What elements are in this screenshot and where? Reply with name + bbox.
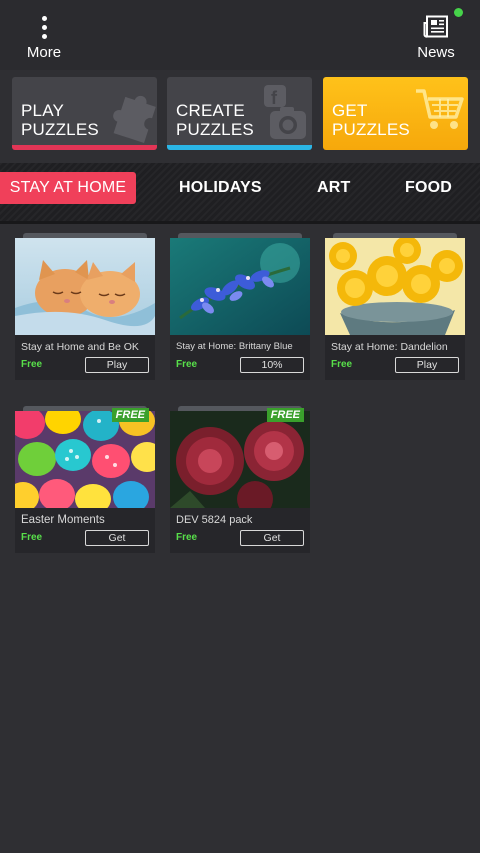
news-indicator	[454, 8, 463, 17]
card-play-button[interactable]: Play	[395, 357, 459, 373]
create-accent-bar	[167, 145, 312, 150]
card-info: DEV 5824 pack Free Get	[170, 508, 310, 553]
card-progress-button[interactable]: 10%	[240, 357, 304, 373]
more-label: More	[26, 44, 62, 61]
play-puzzles-button[interactable]: PLAY PUZZLES	[12, 77, 157, 150]
card-price: Free	[21, 359, 43, 370]
card-get-button[interactable]: Get	[240, 530, 304, 546]
tab-stay-at-home[interactable]: STAY AT HOME	[0, 172, 136, 204]
card-info: Stay at Home: Dandelion Free Play	[325, 335, 465, 380]
more-vertical-icon	[9, 14, 79, 40]
puzzle-card[interactable]: Stay at Home: Brittany Blue Free 10%	[170, 233, 310, 380]
cart-icon	[416, 89, 464, 129]
get-puzzles-button[interactable]: GET PUZZLES	[323, 77, 468, 150]
puzzle-card[interactable]: FREE DEV 5824 pack Free Get	[170, 406, 310, 553]
card-title: DEV 5824 pack	[176, 514, 253, 526]
news-label: News	[417, 44, 455, 61]
card-title: Stay at Home: Brittany Blue	[176, 341, 293, 352]
tab-holidays[interactable]: HOLIDAYS	[179, 172, 262, 204]
play-line1: PLAY	[21, 101, 65, 120]
card-title: Stay at Home and Be OK	[21, 341, 139, 353]
play-line2: PUZZLES	[21, 120, 99, 139]
card-image-chrysanthemum	[170, 411, 310, 508]
get-line2: PUZZLES	[332, 120, 410, 139]
top-bar: More News	[0, 0, 480, 70]
camera-facebook-icon: f	[264, 85, 306, 139]
news-button[interactable]: News	[401, 8, 471, 61]
card-price: Free	[176, 532, 198, 543]
puzzle-icon	[113, 95, 156, 143]
action-buttons: PLAY PUZZLES f CREATE PUZZLES GET PUZZLES	[12, 77, 468, 150]
puzzle-card[interactable]: Stay at Home and Be OK Free Play	[15, 233, 155, 380]
newspaper-icon	[423, 15, 448, 38]
play-accent-bar	[12, 145, 157, 150]
card-info: Easter Moments Free Get	[15, 508, 155, 553]
create-line2: PUZZLES	[176, 120, 254, 139]
card-title: Easter Moments	[21, 514, 105, 526]
svg-text:f: f	[271, 88, 278, 108]
card-title: Stay at Home: Dandelion	[331, 341, 448, 353]
card-info: Stay at Home and Be OK Free Play	[15, 335, 155, 380]
card-price: Free	[21, 532, 43, 543]
category-tabs: STAY AT HOME HOLIDAYS ART FOOD	[0, 163, 480, 224]
puzzle-card[interactable]: FREE Easter Moments Free Get	[15, 406, 155, 553]
card-image-easter-eggs	[15, 411, 155, 508]
tab-art[interactable]: ART	[317, 172, 350, 204]
get-line1: GET	[332, 101, 368, 120]
free-badge: FREE	[111, 408, 149, 422]
card-play-button[interactable]: Play	[85, 357, 149, 373]
free-badge: FREE	[266, 408, 304, 422]
create-puzzles-button[interactable]: f CREATE PUZZLES	[167, 77, 312, 150]
more-button[interactable]: More	[9, 14, 79, 61]
tab-food[interactable]: FOOD	[405, 172, 452, 204]
create-line1: CREATE	[176, 101, 245, 120]
card-image-dandelions	[325, 238, 465, 335]
card-get-button[interactable]: Get	[85, 530, 149, 546]
card-image-kittens	[15, 238, 155, 335]
puzzle-card[interactable]: Stay at Home: Dandelion Free Play	[325, 233, 465, 380]
card-price: Free	[176, 359, 198, 370]
card-image-blue-flowers	[170, 238, 310, 335]
card-info: Stay at Home: Brittany Blue Free 10%	[170, 335, 310, 380]
card-price: Free	[331, 359, 353, 370]
